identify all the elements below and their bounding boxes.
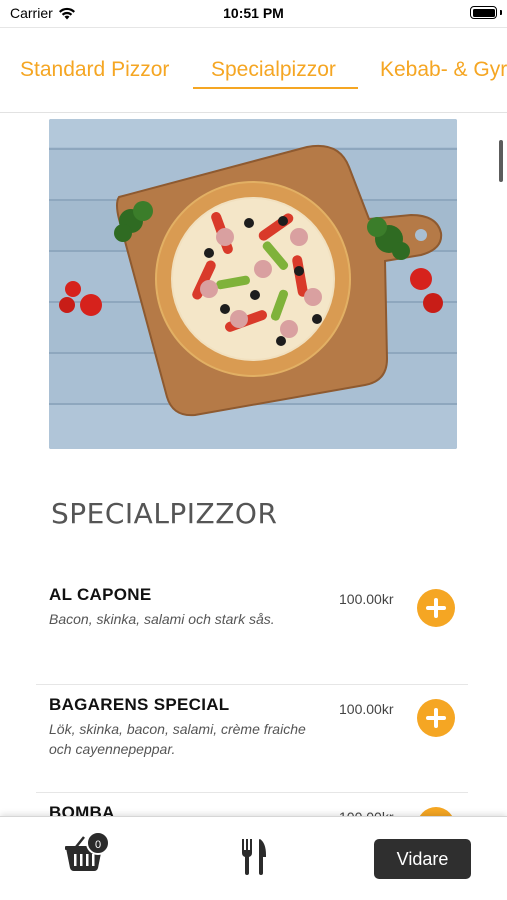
battery-tip <box>500 10 502 15</box>
hero-image <box>49 119 457 449</box>
category-tabs: Standard Pizzor Specialpizzor Kebab- & G… <box>0 27 507 113</box>
cart-count-badge: 0 <box>86 831 110 855</box>
active-tab-indicator <box>193 87 358 89</box>
add-to-cart-button[interactable] <box>417 699 455 737</box>
item-name: AL CAPONE <box>49 585 152 604</box>
clock: 10:51 PM <box>223 5 284 21</box>
menu-item[interactable]: BAGARENS SPECIAL Lök, skinka, bacon, sal… <box>36 685 468 793</box>
pizza-image <box>49 119 457 449</box>
tab-specialpizzor[interactable]: Specialpizzor <box>211 58 336 82</box>
add-to-cart-button[interactable] <box>417 589 455 627</box>
item-description: Bacon, skinka, salami och stark sås. <box>49 611 275 627</box>
battery-icon <box>470 6 497 19</box>
section-title: SPECIALPIZZOR <box>51 497 278 530</box>
item-price: 100.00kr <box>339 701 394 717</box>
menu-item[interactable]: AL CAPONE Bacon, skinka, salami och star… <box>36 575 468 685</box>
next-button[interactable]: Vidare <box>374 839 471 879</box>
bottom-bar: 0 Vidare <box>0 816 507 900</box>
item-price: 100.00kr <box>339 591 394 607</box>
tab-kebab-gyros[interactable]: Kebab- & Gyr <box>380 58 507 82</box>
battery-level <box>472 8 495 17</box>
cart-button[interactable]: 0 <box>64 831 110 872</box>
item-name: BAGARENS SPECIAL <box>49 695 230 714</box>
item-description: Lök, skinka, bacon, salami, crème fraich… <box>49 721 306 757</box>
menu-button[interactable] <box>240 839 268 875</box>
scrollbar[interactable] <box>499 140 503 182</box>
app-screen: Carrier 10:51 PM Standard Pizzor Special… <box>0 0 507 900</box>
cutlery-icon <box>242 839 266 875</box>
tab-standard-pizzor[interactable]: Standard Pizzor <box>20 58 169 82</box>
status-bar: Carrier 10:51 PM <box>0 0 507 27</box>
